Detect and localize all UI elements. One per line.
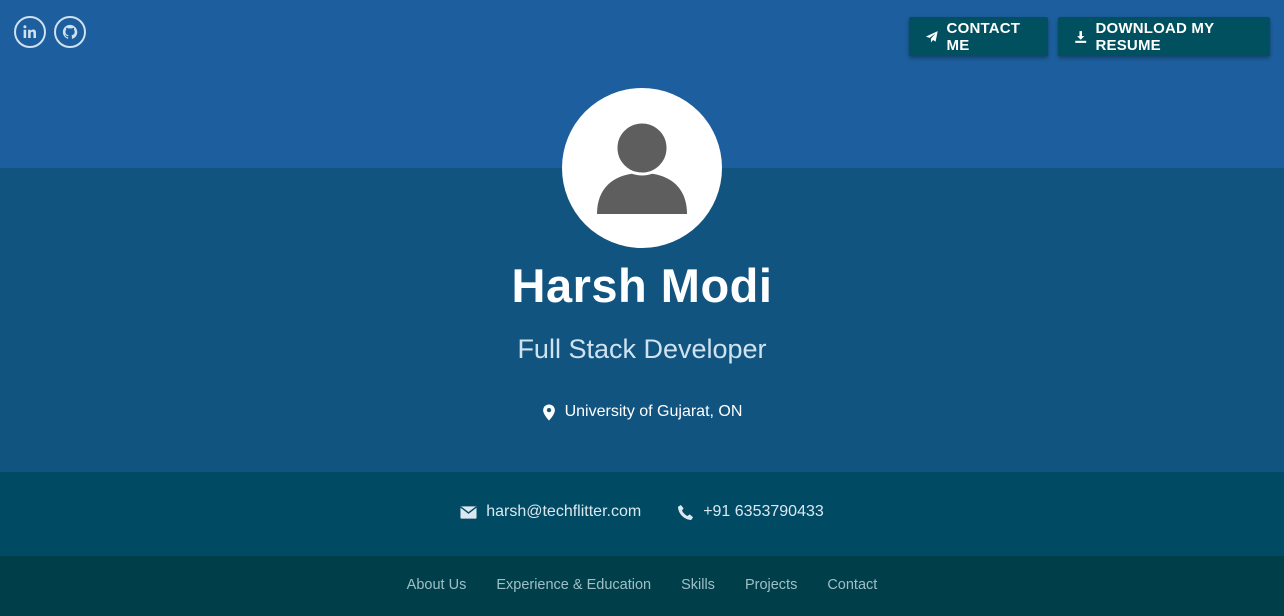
map-marker-icon xyxy=(542,403,555,421)
profile-location: University of Gujarat, ON xyxy=(0,403,1284,421)
location-text: University of Gujarat, ON xyxy=(564,403,743,420)
download-icon xyxy=(1075,30,1087,43)
download-resume-button[interactable]: DOWNLOAD MY RESUME xyxy=(1058,17,1270,56)
linkedin-icon xyxy=(23,25,36,38)
download-resume-label: DOWNLOAD MY RESUME xyxy=(1095,19,1215,54)
header-actions: CONTACT ME DOWNLOAD MY RESUME xyxy=(909,17,1270,56)
nav-item-experience-education[interactable]: Experience & Education xyxy=(496,577,651,593)
profile-name: Harsh Modi xyxy=(511,259,773,312)
nav-item-about-us[interactable]: About Us xyxy=(407,577,467,593)
nav-item-skills[interactable]: Skills xyxy=(681,577,715,593)
user-icon xyxy=(597,120,687,214)
footer-nav: About Us Experience & Education Skills P… xyxy=(0,577,1284,593)
avatar xyxy=(562,88,722,248)
contact-me-label: CONTACT ME xyxy=(946,19,1021,54)
phone-icon xyxy=(678,504,694,520)
contact-info: harsh@techflitter.com +91 6353790433 xyxy=(0,503,1284,521)
paper-plane-icon xyxy=(925,30,938,43)
nav-item-projects[interactable]: Projects xyxy=(745,577,797,593)
phone-link[interactable]: +91 6353790433 xyxy=(677,503,824,521)
phone-text: +91 6353790433 xyxy=(703,503,824,520)
envelope-icon xyxy=(460,505,477,519)
email-link[interactable]: harsh@techflitter.com xyxy=(460,503,641,521)
nav-item-contact[interactable]: Contact xyxy=(827,577,877,593)
contact-me-button[interactable]: CONTACT ME xyxy=(909,17,1048,56)
profile-role: Full Stack Developer xyxy=(517,334,767,364)
github-icon xyxy=(62,24,78,39)
email-text: harsh@techflitter.com xyxy=(486,503,642,520)
social-links xyxy=(14,16,86,48)
github-button[interactable] xyxy=(54,16,86,48)
linkedin-button[interactable] xyxy=(14,16,46,48)
